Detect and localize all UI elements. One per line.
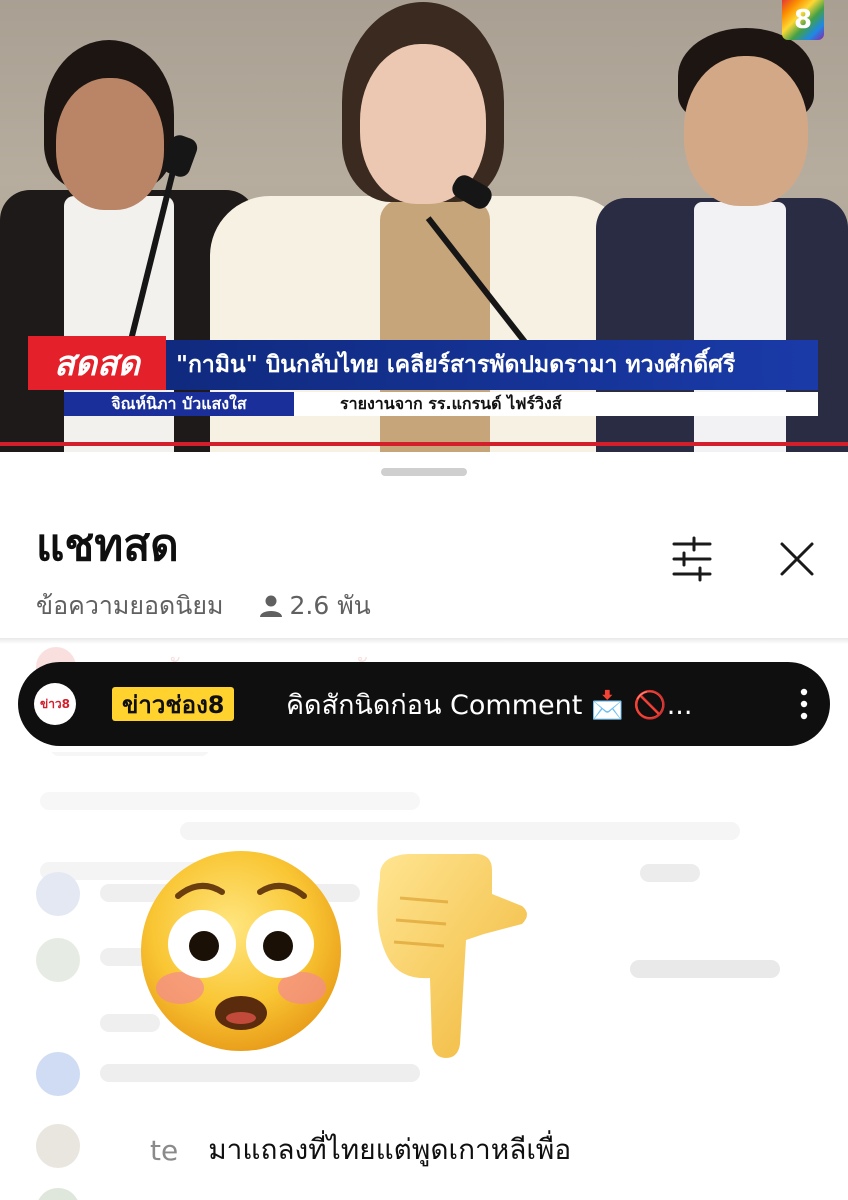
blurred-text	[40, 792, 420, 810]
live-video-player[interactable]: 8 สดสด "กามิน" บินกลับไทย เคลียร์สารพัดป…	[0, 0, 848, 452]
live-chat-panel: แชทสด ข้อความยอดนิยม 2.6 พัน ข่าว8 ข่าวช…	[0, 452, 848, 1200]
avatar	[36, 1052, 80, 1096]
divider	[0, 638, 848, 644]
flushed-face-emoji	[138, 848, 344, 1054]
blurred-text	[180, 822, 740, 840]
news-lower-third: สดสด "กามิน" บินกลับไทย เคลียร์สารพัดปมด…	[28, 330, 818, 416]
chat-message: te มาแถลงที่ไทยแต่พูดเกาหลีเพื่อ	[150, 1128, 571, 1172]
channel-avatar[interactable]: ข่าว8	[34, 683, 76, 725]
avatar	[36, 872, 80, 916]
avatar	[36, 1188, 80, 1200]
blurred-text	[100, 1064, 420, 1082]
person-icon	[259, 595, 282, 617]
close-icon[interactable]	[772, 534, 822, 584]
avatar	[36, 1124, 80, 1168]
pointing-down-hand-emoji	[360, 848, 532, 1060]
viewer-count: 2.6 พัน	[258, 586, 371, 626]
video-progress-bar[interactable]	[0, 442, 848, 446]
report-location: รายงานจาก รร.แกรนด์ ไฟร์วิงส์	[294, 392, 818, 416]
chat-subheader: ข้อความยอดนิยม 2.6 พัน	[36, 586, 371, 626]
blurred-text	[50, 752, 210, 756]
chat-message-text: มาแถลงที่ไทยแต่พูดเกาหลีเพื่อ	[208, 1133, 572, 1166]
live-tag: สดสด	[28, 336, 166, 390]
more-vert-icon[interactable]	[794, 686, 814, 722]
channel-8-logo: 8	[782, 0, 824, 40]
chat-title: แชทสด	[36, 520, 179, 571]
viewer-count-value: 2.6 พัน	[289, 591, 371, 620]
drag-handle[interactable]	[381, 468, 467, 476]
sliders-icon[interactable]	[664, 534, 720, 584]
blurred-text	[640, 864, 700, 882]
chat-author[interactable]: te	[150, 1134, 178, 1167]
reporter-name: จิณห์นิภา บัวแสงใส	[64, 392, 294, 416]
blurred-text	[630, 960, 780, 978]
pinned-message-text: คิดสักนิดก่อน Comment 📩 🚫...	[286, 689, 693, 721]
pinned-message[interactable]: ข่าว8 ข่าวช่อง8 คิดสักนิดก่อน Comment 📩 …	[18, 662, 830, 746]
chat-mode-select[interactable]: ข้อความยอดนิยม	[36, 586, 224, 626]
avatar	[36, 938, 80, 982]
news-headline: "กามิน" บินกลับไทย เคลียร์สารพัดปมดรามา …	[166, 340, 818, 390]
pinned-author-badge[interactable]: ข่าวช่อง8	[112, 687, 235, 721]
